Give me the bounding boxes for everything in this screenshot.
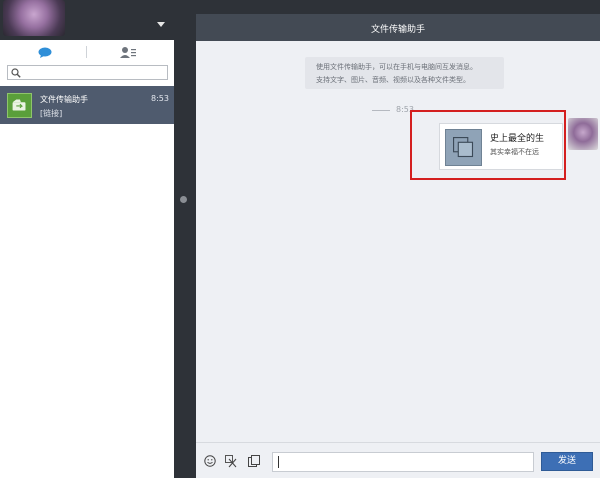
file-transfer-icon <box>7 93 32 118</box>
tab-divider <box>86 46 87 58</box>
chat-item-preview: [链接] <box>40 109 63 118</box>
search-box[interactable] <box>7 65 168 80</box>
message-input[interactable] <box>272 452 534 472</box>
search-input[interactable] <box>24 67 164 78</box>
conversation-panel: 文件传输助手 使用文件传输助手，可以在手机与电脑间互发消息。 支持文字、图片、音… <box>196 14 600 478</box>
smiley-icon[interactable] <box>204 455 216 467</box>
chevron-down-icon[interactable] <box>157 22 165 27</box>
send-button[interactable]: 发送 <box>541 452 593 471</box>
sidebar-header <box>0 0 174 40</box>
contacts-icon[interactable] <box>120 46 136 59</box>
info-line: 支持文字、图片、音频、视频以及各种文件类型。 <box>316 76 470 84</box>
info-line: 使用文件传输助手，可以在手机与电脑间互发消息。 <box>316 63 477 71</box>
sidebar: 文件传输助手 8:53 [链接] <box>0 0 174 478</box>
composer-bar: 发送 <box>196 442 600 478</box>
chat-item-time: 8:53 <box>151 94 169 103</box>
conversation-header: 文件传输助手 <box>196 14 600 41</box>
avatar[interactable] <box>3 0 65 36</box>
sidebar-tabs <box>0 40 174 64</box>
text-cursor <box>278 456 279 468</box>
time-divider-line <box>372 110 390 111</box>
chat-item-title: 文件传输助手 <box>40 95 88 104</box>
message-title: 史上最全的生 <box>490 134 545 144</box>
list-item[interactable]: 文件传输助手 8:53 [链接] <box>0 86 174 124</box>
info-notice: 使用文件传输助手，可以在手机与电脑间互发消息。 支持文字、图片、音频、视频以及各… <box>305 57 504 89</box>
page-title: 文件传输助手 <box>370 25 425 35</box>
message-bubble[interactable]: 史上最全的生 其实幸福不在远 <box>439 123 563 170</box>
search-icon <box>11 68 21 78</box>
speech-bubble-icon[interactable] <box>38 47 52 58</box>
file-icon[interactable] <box>248 455 260 467</box>
link-thumbnail <box>445 129 482 166</box>
message-subtitle: 其实幸福不在远 <box>490 148 539 156</box>
avatar[interactable] <box>568 118 598 150</box>
scissors-icon[interactable] <box>225 455 238 468</box>
split-handle[interactable] <box>180 196 187 203</box>
